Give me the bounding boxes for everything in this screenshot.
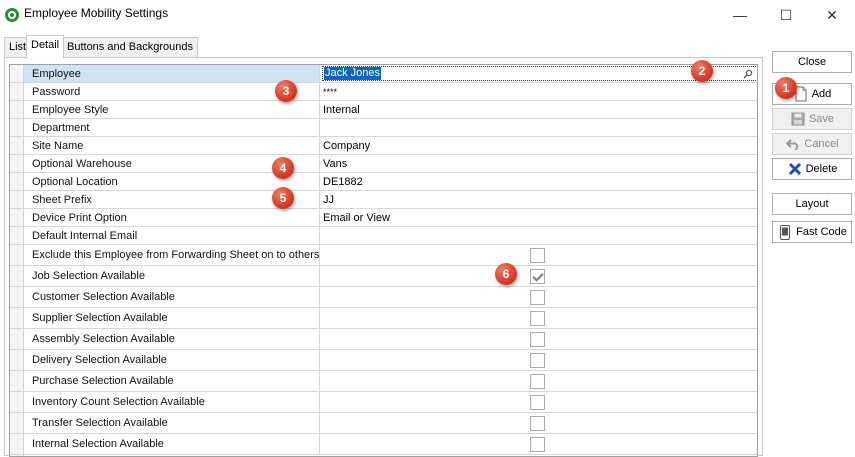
field-value[interactable]: Company xyxy=(320,137,757,154)
checkbox-row-inventory-count-selection[interactable]: Inventory Count Selection Available xyxy=(10,392,757,413)
checkbox-row-customer-selection[interactable]: Customer Selection Available xyxy=(10,287,757,308)
checkbox-row-assembly-selection[interactable]: Assembly Selection Available xyxy=(10,329,757,350)
checkbox-label: Supplier Selection Available xyxy=(24,308,320,328)
field-label: Employee Style xyxy=(24,101,320,118)
field-value: Jack Jones xyxy=(324,67,382,80)
save-button[interactable]: Save xyxy=(772,108,852,130)
field-value[interactable]: Email or View xyxy=(320,209,757,226)
annotation-badge-6: 6 xyxy=(495,263,517,285)
delete-x-icon xyxy=(787,161,803,177)
save-button-label: Save xyxy=(808,113,835,125)
undo-arrow-icon xyxy=(785,136,801,152)
checkbox-label: Exclude this Employee from Forwarding Sh… xyxy=(24,245,320,265)
exclude-forwarding-checkbox[interactable] xyxy=(530,248,545,263)
checkbox-label: Assembly Selection Available xyxy=(24,329,320,349)
add-button-label: Add xyxy=(811,88,832,100)
field-row-employee[interactable]: Employee Jack Jones xyxy=(10,65,757,83)
tab-buttons-and-backgrounds[interactable]: Buttons and Backgrounds xyxy=(62,37,198,57)
field-value[interactable]: Internal xyxy=(320,101,757,118)
checkbox-row-job-selection[interactable]: Job Selection Available xyxy=(10,266,757,287)
transfer-selection-checkbox[interactable] xyxy=(530,416,545,431)
delete-button[interactable]: Delete xyxy=(772,158,852,180)
annotation-badge-2: 2 xyxy=(691,60,713,82)
checkbox-label: Job Selection Available xyxy=(24,266,320,286)
delivery-selection-checkbox[interactable] xyxy=(530,353,545,368)
annotation-badge-1: 1 xyxy=(775,77,797,99)
field-row-employee-style[interactable]: Employee Style Internal xyxy=(10,101,757,119)
annotation-badge-5: 5 xyxy=(272,187,294,209)
field-value[interactable]: DE1882 xyxy=(320,173,757,190)
field-value[interactable]: JJ xyxy=(320,191,757,208)
annotation-badge-4: 4 xyxy=(272,157,294,179)
field-label: Employee xyxy=(24,65,320,82)
checkbox-label: Transfer Selection Available xyxy=(24,413,320,433)
field-value[interactable]: Vans xyxy=(320,155,757,172)
field-label: Device Print Option xyxy=(24,209,320,226)
job-selection-checkbox[interactable] xyxy=(530,269,545,284)
customer-selection-checkbox[interactable] xyxy=(530,290,545,305)
checkbox-label: Purchase Selection Available xyxy=(24,371,320,391)
checkbox-row-internal-selection[interactable]: Internal Selection Available xyxy=(10,434,757,455)
minimize-button[interactable]: — xyxy=(717,0,763,30)
field-label: Department xyxy=(24,119,320,136)
checkbox-row-exclude-forwarding[interactable]: Exclude this Employee from Forwarding Sh… xyxy=(10,245,757,266)
checkbox-row-delivery-selection[interactable]: Delivery Selection Available xyxy=(10,350,757,371)
title-bar: Employee Mobility Settings — ☐ ✕ xyxy=(0,0,855,30)
cancel-button-label: Cancel xyxy=(804,138,839,150)
detail-panel: Employee Jack Jones Password **** Employ… xyxy=(4,57,763,457)
field-value[interactable] xyxy=(320,227,757,244)
close-button-label: Close xyxy=(797,56,827,68)
supplier-selection-checkbox[interactable] xyxy=(530,311,545,326)
field-label: Site Name xyxy=(24,137,320,154)
field-row-department[interactable]: Department xyxy=(10,119,757,137)
field-row-site-name[interactable]: Site Name Company xyxy=(10,137,757,155)
checkbox-label: Internal Selection Available xyxy=(24,434,320,454)
delete-button-label: Delete xyxy=(805,163,838,175)
internal-selection-checkbox[interactable] xyxy=(530,437,545,452)
cancel-button[interactable]: Cancel xyxy=(772,133,852,155)
field-label: Default Internal Email xyxy=(24,227,320,244)
purchase-selection-checkbox[interactable] xyxy=(530,374,545,389)
close-button[interactable]: Close xyxy=(772,51,852,73)
magnifier-icon[interactable] xyxy=(743,69,753,79)
field-row-device-print-option[interactable]: Device Print Option Email or View xyxy=(10,209,757,227)
field-row-password[interactable]: Password **** xyxy=(10,83,757,101)
maximize-button[interactable]: ☐ xyxy=(763,0,809,30)
checkbox-label: Inventory Count Selection Available xyxy=(24,392,320,412)
property-grid: Employee Jack Jones Password **** Employ… xyxy=(9,64,758,457)
field-row-default-internal-email[interactable]: Default Internal Email xyxy=(10,227,757,245)
field-row-optional-warehouse[interactable]: Optional Warehouse Vans xyxy=(10,155,757,173)
close-window-button[interactable]: ✕ xyxy=(809,0,855,30)
checkbox-label: Delivery Selection Available xyxy=(24,350,320,370)
tab-detail[interactable]: Detail xyxy=(26,35,65,58)
checkbox-row-transfer-selection[interactable]: Transfer Selection Available xyxy=(10,413,757,434)
mobile-device-icon xyxy=(777,224,793,240)
field-value[interactable] xyxy=(320,119,757,136)
checkbox-row-purchase-selection[interactable]: Purchase Selection Available xyxy=(10,371,757,392)
fast-code-button[interactable]: Fast Code xyxy=(772,221,852,243)
checkbox-label: Customer Selection Available xyxy=(24,287,320,307)
layout-button[interactable]: Layout xyxy=(772,193,852,215)
floppy-disk-icon xyxy=(790,111,806,127)
field-value[interactable]: **** xyxy=(320,83,757,100)
app-logo-icon xyxy=(5,8,19,22)
fast-code-button-label: Fast Code xyxy=(796,226,847,238)
field-row-sheet-prefix[interactable]: Sheet Prefix JJ xyxy=(10,191,757,209)
assembly-selection-checkbox[interactable] xyxy=(530,332,545,347)
annotation-badge-3: 3 xyxy=(275,80,297,102)
window-title: Employee Mobility Settings xyxy=(24,6,169,20)
inventory-count-selection-checkbox[interactable] xyxy=(530,395,545,410)
field-row-optional-location[interactable]: Optional Location DE1882 xyxy=(10,173,757,191)
checkbox-row-supplier-selection[interactable]: Supplier Selection Available xyxy=(10,308,757,329)
layout-button-label: Layout xyxy=(795,198,829,210)
